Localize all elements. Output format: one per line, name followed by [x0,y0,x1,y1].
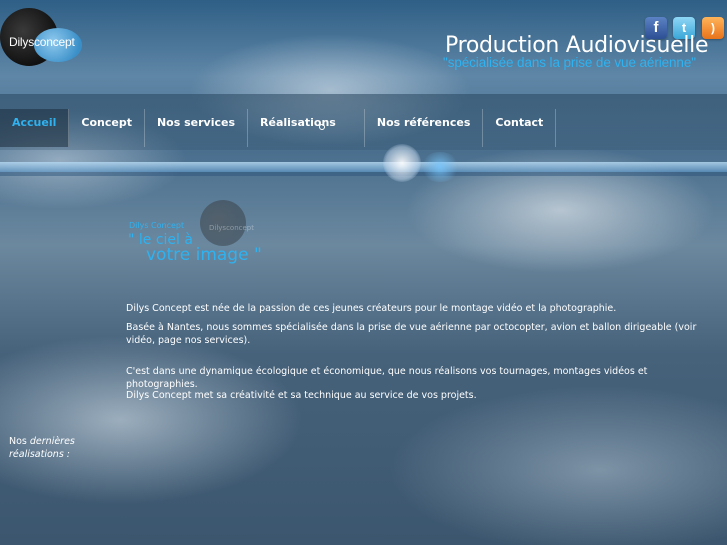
nav-item-nos-references[interactable]: Nos références [365,109,484,147]
promo-brand: Dilys Concept [129,221,185,230]
recent-works-em1: dernières [29,436,75,447]
submenu-indicator-icon [319,124,325,130]
content-paragraph-2: Basée à Nantes, nous sommes spécialisée … [126,322,697,346]
nav-item-contact[interactable]: Contact [483,109,557,147]
logo-text-part2: concept [34,35,75,49]
logo[interactable]: Dilysconcept [0,6,84,68]
promo-logo-circle [200,200,246,246]
promo-slogan-line2: votre image " [146,245,262,265]
promo-banner: Dilys Concept Dilysconcept " le ciel à v… [128,196,288,276]
nav-item-accueil[interactable]: Accueil [0,109,70,147]
decorative-stripe [0,162,727,172]
nav-item-nos-services[interactable]: Nos services [145,109,249,147]
recent-works-em2: réalisations : [9,448,70,460]
content-paragraph-4: Dilys Concept met sa créativité et sa te… [126,390,477,401]
header: Dilysconcept f t ) Production Audiovisue… [0,0,727,92]
nav-item-concept[interactable]: Concept [69,109,145,147]
content-paragraph-3: C'est dans une dynamique écologique et é… [126,366,648,390]
content-paragraph-1: Dilys Concept est née de la passion de c… [126,303,617,314]
glow-orb-icon [383,144,421,182]
recent-works-heading: Nos dernières réalisations : [9,436,75,461]
main-nav: Accueil Concept Nos services Réalisation… [0,109,557,147]
promo-brand-watermark: Dilysconcept [209,224,254,232]
site-tagline: "spécialisée dans la prise de vue aérien… [443,55,696,70]
glow-orb-blue-icon [420,152,460,182]
recent-works-prefix: Nos [9,436,30,447]
decorative-stripe-shadow [0,172,727,176]
logo-text-part1: Dilys [9,35,34,49]
logo-text: Dilysconcept [9,35,75,49]
nav-item-realisations[interactable]: Réalisations [248,109,365,147]
